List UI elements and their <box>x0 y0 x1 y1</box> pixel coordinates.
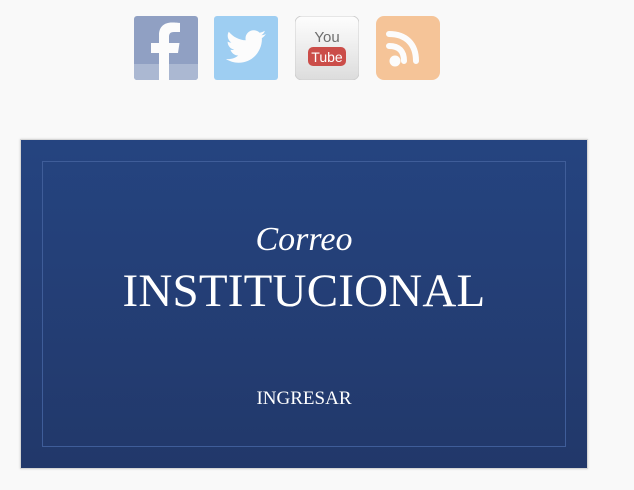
social-links-bar: You Tube <box>134 16 444 80</box>
card-inner-frame: Correo INSTITUCIONAL INGRESAR <box>42 161 566 447</box>
rss-icon[interactable] <box>376 16 440 80</box>
facebook-icon[interactable] <box>134 16 198 80</box>
svg-text:You: You <box>314 29 339 46</box>
twitter-icon[interactable] <box>214 16 278 80</box>
login-link[interactable]: INGRESAR <box>43 388 565 410</box>
svg-text:Tube: Tube <box>311 49 343 65</box>
youtube-icon[interactable]: You Tube <box>295 16 359 80</box>
card-title: INSTITUCIONAL <box>122 265 486 317</box>
card-subtitle: Correo <box>255 221 353 258</box>
institutional-mail-card[interactable]: Correo INSTITUCIONAL INGRESAR <box>20 139 588 469</box>
